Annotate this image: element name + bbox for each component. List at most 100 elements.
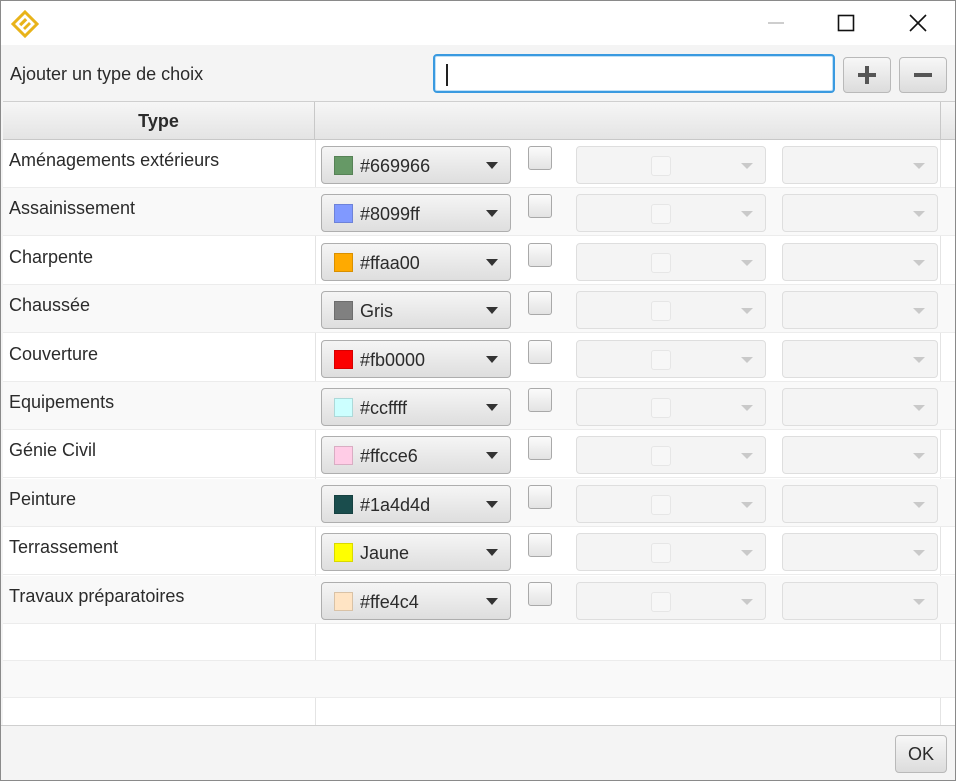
row-checkbox[interactable] [528, 242, 552, 267]
disabled-combo-box [576, 242, 766, 281]
disabled-combo-box [782, 242, 938, 281]
color-value: #ffaa00 [360, 252, 420, 273]
column-header-options[interactable] [316, 102, 941, 140]
chevron-down-icon [741, 550, 753, 557]
disabled-combo-box [576, 436, 766, 475]
color-picker[interactable]: #ffe4c4 [321, 581, 511, 620]
app-logo-icon [11, 10, 39, 38]
disabled-checkbox [651, 252, 671, 273]
table-row[interactable]: Equipements #ccffff [3, 382, 955, 430]
disabled-combo-box [782, 291, 938, 330]
row-checkbox[interactable] [528, 533, 552, 558]
empty-table-row [3, 624, 955, 661]
title-bar [1, 1, 955, 45]
chevron-down-icon [913, 453, 925, 460]
color-swatch [334, 398, 353, 417]
table-row[interactable]: Couverture #fb0000 [3, 334, 955, 382]
color-picker[interactable]: #ffcce6 [321, 436, 511, 475]
color-swatch [334, 494, 353, 514]
add-type-button[interactable] [843, 57, 891, 93]
color-swatch [334, 204, 353, 224]
type-name-input[interactable] [433, 54, 835, 93]
minimize-icon [768, 22, 784, 24]
dialog-footer: OK [1, 725, 955, 780]
table-row[interactable]: Aménagements extérieurs #669966 [3, 140, 955, 188]
column-header-type[interactable]: Type [3, 102, 315, 140]
minus-icon [914, 73, 932, 77]
chevron-down-icon [741, 356, 753, 363]
color-value: #8099ff [360, 204, 420, 225]
disabled-checkbox [651, 494, 671, 515]
ok-button[interactable]: OK [895, 735, 947, 773]
text-caret [446, 64, 448, 86]
disabled-checkbox [651, 204, 671, 225]
minimize-button[interactable] [741, 1, 811, 45]
table-row[interactable]: Chaussée Gris [3, 285, 955, 334]
chevron-down-icon [486, 452, 498, 460]
close-button[interactable] [883, 1, 953, 45]
disabled-checkbox [651, 591, 671, 612]
row-checkbox[interactable] [528, 436, 552, 461]
empty-table-row [3, 661, 955, 698]
table-row[interactable]: Assainissement #8099ff [3, 188, 955, 237]
disabled-checkbox [651, 543, 671, 564]
chevron-down-icon [913, 501, 925, 508]
disabled-combo-box [576, 146, 766, 184]
remove-type-button[interactable] [899, 57, 947, 93]
dialog-window: Ajouter un type de choix Type Aménagemen… [0, 0, 956, 781]
color-swatch [334, 591, 353, 611]
row-checkbox[interactable] [528, 146, 552, 170]
row-checkbox[interactable] [528, 581, 552, 606]
color-value: Jaune [360, 543, 410, 564]
color-swatch [334, 252, 353, 272]
row-checkbox[interactable] [528, 194, 552, 219]
color-picker[interactable]: #669966 [321, 146, 511, 184]
color-picker[interactable]: #fb0000 [321, 339, 511, 378]
color-picker[interactable]: #1a4d4d [321, 484, 511, 523]
disabled-checkbox [651, 349, 671, 370]
chevron-down-icon [741, 405, 753, 411]
table-header: Type [3, 102, 955, 140]
type-label: Peinture [9, 488, 77, 509]
disabled-checkbox [651, 398, 671, 418]
color-picker[interactable]: #ffaa00 [321, 242, 511, 281]
color-picker[interactable]: Jaune [321, 533, 511, 572]
disabled-combo-box [782, 436, 938, 475]
disabled-checkbox [651, 446, 671, 467]
chevron-down-icon [486, 210, 498, 218]
color-swatch [334, 543, 353, 563]
disabled-combo-box [782, 388, 938, 426]
maximize-icon [837, 14, 855, 32]
plus-icon [858, 66, 876, 84]
chevron-down-icon [913, 259, 925, 266]
color-value: #ccffff [360, 398, 408, 418]
color-value: #ffcce6 [360, 446, 418, 467]
color-value: Gris [360, 301, 393, 322]
color-picker[interactable]: #ccffff [321, 388, 511, 426]
add-type-label: Ajouter un type de choix [10, 64, 204, 84]
type-label: Travaux préparatoires [9, 585, 185, 606]
type-label: Aménagements extérieurs [9, 150, 220, 170]
table-row[interactable]: Terrassement Jaune [3, 527, 955, 576]
chevron-down-icon [913, 308, 925, 315]
table-row[interactable]: Travaux préparatoires #ffe4c4 [3, 575, 955, 624]
chevron-down-icon [741, 501, 753, 508]
row-checkbox[interactable] [528, 339, 552, 364]
row-checkbox[interactable] [528, 388, 552, 412]
maximize-button[interactable] [811, 1, 881, 45]
close-icon [909, 14, 927, 32]
disabled-combo-box [576, 194, 766, 233]
disabled-combo-box [576, 533, 766, 572]
type-label: Terrassement [9, 537, 119, 558]
toolbar: Ajouter un type de choix [1, 45, 955, 101]
table-row[interactable]: Génie Civil #ffcce6 [3, 430, 955, 479]
type-label: Chaussée [9, 295, 91, 316]
table-row[interactable]: Charpente #ffaa00 [3, 237, 955, 285]
row-checkbox[interactable] [528, 291, 552, 316]
color-swatch [334, 301, 353, 321]
chevron-down-icon [741, 163, 753, 169]
row-checkbox[interactable] [528, 484, 552, 509]
color-picker[interactable]: Gris [321, 291, 511, 330]
color-picker[interactable]: #8099ff [321, 194, 511, 233]
table-row[interactable]: Peinture #1a4d4d [3, 478, 955, 527]
